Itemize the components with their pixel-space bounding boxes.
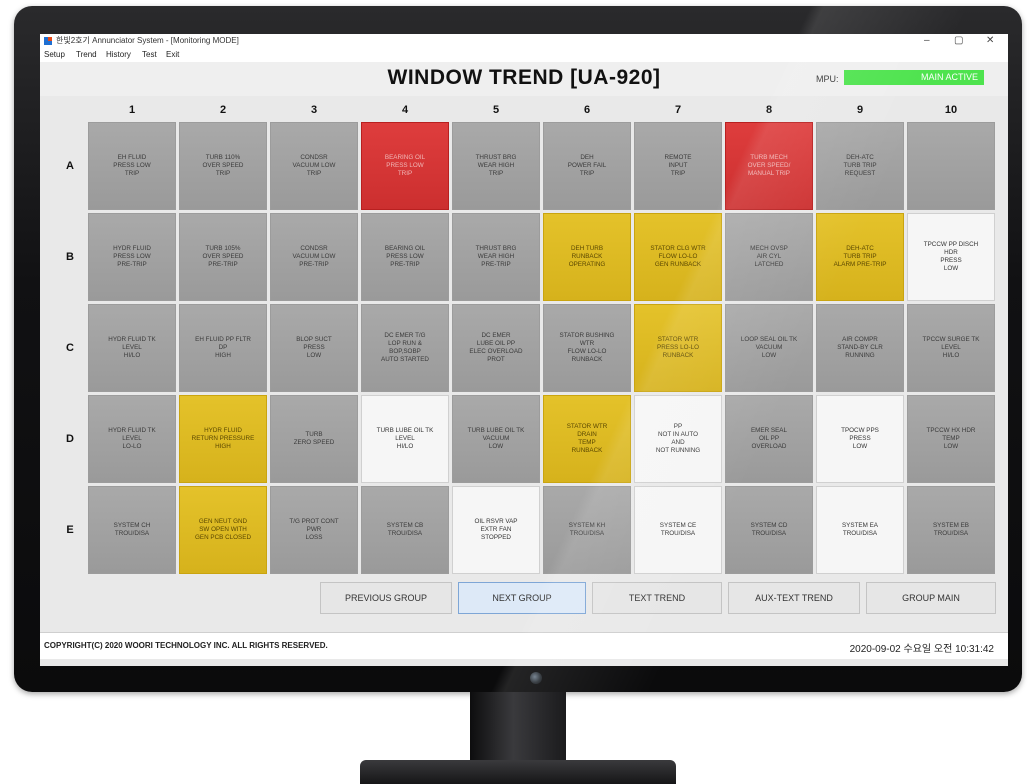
- annunciator-tile-c3[interactable]: BLOP SUCT PRESS LOW: [270, 304, 358, 392]
- header: WINDOW TREND [UA-920] MPU: MAIN ACTIVE: [40, 62, 1008, 96]
- annunciator-tile-e1[interactable]: SYSTEM CH TROU/DISA: [88, 486, 176, 574]
- annunciator-tile-d2[interactable]: HYDR FLUID RETURN PRESSURE HIGH: [179, 395, 267, 483]
- monitor-stand-base: [360, 760, 676, 784]
- column-header-5: 5: [492, 104, 500, 116]
- annunciator-tile-e8[interactable]: SYSTEM CD TROU/DISA: [725, 486, 813, 574]
- mpu-status-badge: MAIN ACTIVE: [844, 70, 984, 85]
- annunciator-tile-a10[interactable]: [907, 122, 995, 210]
- annunciator-tile-a9[interactable]: DEH-ATC TURB TRIP REQUEST: [816, 122, 904, 210]
- menu-history[interactable]: History: [106, 48, 131, 62]
- annunciator-tile-b8[interactable]: MECH OVSP AIR CYL LATCHED: [725, 213, 813, 301]
- menu-exit[interactable]: Exit: [166, 48, 179, 62]
- annunciator-tile-c10[interactable]: TPCCW SURGE TK LEVEL HI/LO: [907, 304, 995, 392]
- annunciator-tile-e6[interactable]: SYSTEM KH TROU/DISA: [543, 486, 631, 574]
- text-trend-button[interactable]: TEXT TREND: [592, 582, 722, 614]
- aux-text-trend-button[interactable]: AUX-TEXT TREND: [728, 582, 860, 614]
- footer: COPYRIGHT(C) 2020 WOORI TECHNOLOGY INC. …: [40, 632, 1008, 659]
- annunciator-tile-a5[interactable]: THRUST BRG WEAR HIGH TRIP: [452, 122, 540, 210]
- annunciator-tile-c4[interactable]: DC EMER T/G LOP RUN & BOP,SOBP AUTO STAR…: [361, 304, 449, 392]
- close-button[interactable]: ✕: [986, 34, 994, 48]
- annunciator-tile-c6[interactable]: STATOR BUSHING WTR FLOW LO-LO RUNBACK: [543, 304, 631, 392]
- annunciator-tile-e9[interactable]: SYSTEM EA TROU/DISA: [816, 486, 904, 574]
- annunciator-tile-d9[interactable]: TPOCW PPS PRESS LOW: [816, 395, 904, 483]
- annunciator-tile-b4[interactable]: BEARING OIL PRESS LOW PRE-TRIP: [361, 213, 449, 301]
- annunciator-tile-c7[interactable]: STATOR WTR PRESS LO-LO RUNBACK: [634, 304, 722, 392]
- annunciator-tile-b5[interactable]: THRUST BRG WEAR HIGH PRE-TRIP: [452, 213, 540, 301]
- annunciator-tile-d4[interactable]: TURB LUBE OIL TK LEVEL HI/LO: [361, 395, 449, 483]
- annunciator-tile-e5[interactable]: OIL RSVR VAP EXTR FAN STOPPED: [452, 486, 540, 574]
- annunciator-tile-c2[interactable]: EH FLUID PP FLTR DP HIGH: [179, 304, 267, 392]
- annunciator-tile-d10[interactable]: TPCCW HX HDR TEMP LOW: [907, 395, 995, 483]
- column-header-2: 2: [219, 104, 227, 116]
- annunciator-tile-a6[interactable]: DEH POWER FAIL TRIP: [543, 122, 631, 210]
- previous-group-button[interactable]: PREVIOUS GROUP: [320, 582, 452, 614]
- column-header-8: 8: [765, 104, 773, 116]
- menu-trend[interactable]: Trend: [76, 48, 97, 62]
- menu-bar: Setup Trend History Test Exit: [40, 48, 1008, 62]
- menu-test[interactable]: Test: [142, 48, 157, 62]
- annunciator-tile-d6[interactable]: STATOR WTR DRAIN TEMP RUNBACK: [543, 395, 631, 483]
- annunciator-tile-d3[interactable]: TURB ZERO SPEED: [270, 395, 358, 483]
- annunciator-tile-d1[interactable]: HYDR FLUID TK LEVEL LO-LO: [88, 395, 176, 483]
- row-header-b: B: [66, 251, 74, 263]
- annunciator-tile-c8[interactable]: LOOP SEAL OIL TK VACUUM LOW: [725, 304, 813, 392]
- column-header-1: 1: [128, 104, 136, 116]
- next-group-button[interactable]: NEXT GROUP: [458, 582, 586, 614]
- window-titlebar: 한빛2호기 Annunciator System - [Monitoring M…: [40, 34, 1008, 48]
- minimize-button[interactable]: –: [924, 34, 930, 48]
- annunciator-tile-a3[interactable]: CONDSR VACUUM LOW TRIP: [270, 122, 358, 210]
- row-header-c: C: [66, 342, 74, 354]
- annunciator-tile-d7[interactable]: PP NOT IN AUTO AND NOT RUNNING: [634, 395, 722, 483]
- screen: 한빛2호기 Annunciator System - [Monitoring M…: [40, 34, 1008, 666]
- annunciator-tile-a7[interactable]: REMOTE INPUT TRIP: [634, 122, 722, 210]
- app-icon: [44, 37, 52, 45]
- annunciator-tile-b7[interactable]: STATOR CLG WTR FLOW LO-LO GEN RUNBACK: [634, 213, 722, 301]
- annunciator-tile-b10[interactable]: TPCCW PP DISCH HDR PRESS LOW: [907, 213, 995, 301]
- column-header-10: 10: [944, 104, 958, 116]
- row-header-a: A: [66, 160, 74, 172]
- annunciator-tile-b1[interactable]: HYDR FLUID PRESS LOW PRE-TRIP: [88, 213, 176, 301]
- annunciator-tile-e4[interactable]: SYSTEM CB TROU/DISA: [361, 486, 449, 574]
- monitor-stand-neck: [470, 692, 566, 762]
- column-header-9: 9: [856, 104, 864, 116]
- copyright-text: COPYRIGHT(C) 2020 WOORI TECHNOLOGY INC. …: [44, 641, 328, 650]
- annunciator-tile-a8[interactable]: TURB MECH OVER SPEED/ MANUAL TRIP: [725, 122, 813, 210]
- row-header-e: E: [66, 524, 74, 536]
- column-header-6: 6: [583, 104, 591, 116]
- annunciator-tile-e10[interactable]: SYSTEM EB TROU/DISA: [907, 486, 995, 574]
- datetime-display: 2020-09-02 수요일 오전 10:31:42: [849, 644, 994, 655]
- annunciator-tile-c1[interactable]: HYDR FLUID TK LEVEL HI/LO: [88, 304, 176, 392]
- annunciator-tile-a1[interactable]: EH FLUID PRESS LOW TRIP: [88, 122, 176, 210]
- annunciator-tile-d5[interactable]: TURB LUBE OIL TK VACUUM LOW: [452, 395, 540, 483]
- maximize-button[interactable]: ▢: [954, 34, 963, 48]
- mpu-label: MPU:: [816, 74, 839, 84]
- menu-setup[interactable]: Setup: [44, 48, 65, 62]
- column-header-3: 3: [310, 104, 318, 116]
- annunciator-tile-b2[interactable]: TURB 105% OVER SPEED PRE-TRIP: [179, 213, 267, 301]
- annunciator-tile-b9[interactable]: DEH-ATC TURB TRIP ALARM PRE-TRIP: [816, 213, 904, 301]
- annunciator-tile-e3[interactable]: T/G PROT CONT PWR LOSS: [270, 486, 358, 574]
- annunciator-tile-b6[interactable]: DEH TURB RUNBACK OPERATING: [543, 213, 631, 301]
- column-header-4: 4: [401, 104, 409, 116]
- annunciator-tile-a4[interactable]: BEARING OIL PRESS LOW TRIP: [361, 122, 449, 210]
- annunciator-tile-d8[interactable]: EMER SEAL OIL PP OVERLOAD: [725, 395, 813, 483]
- annunciator-tile-e7[interactable]: SYSTEM CE TROU/DISA: [634, 486, 722, 574]
- annunciator-tile-b3[interactable]: CONDSR VACUUM LOW PRE-TRIP: [270, 213, 358, 301]
- row-header-d: D: [66, 433, 74, 445]
- annunciator-tile-a2[interactable]: TURB 110% OVER SPEED TRIP: [179, 122, 267, 210]
- group-main-button[interactable]: GROUP MAIN: [866, 582, 996, 614]
- window-title: 한빛2호기 Annunciator System - [Monitoring M…: [56, 36, 239, 45]
- annunciator-tile-c5[interactable]: DC EMER LUBE OIL PP ELEC OVERLOAD PROT: [452, 304, 540, 392]
- webcam-icon: [530, 672, 542, 684]
- column-header-7: 7: [674, 104, 682, 116]
- annunciator-tile-e2[interactable]: GEN NEUT GND SW OPEN WITH GEN PCB CLOSED: [179, 486, 267, 574]
- annunciator-tile-c9[interactable]: AIR COMPR STAND-BY CLR RUNNING: [816, 304, 904, 392]
